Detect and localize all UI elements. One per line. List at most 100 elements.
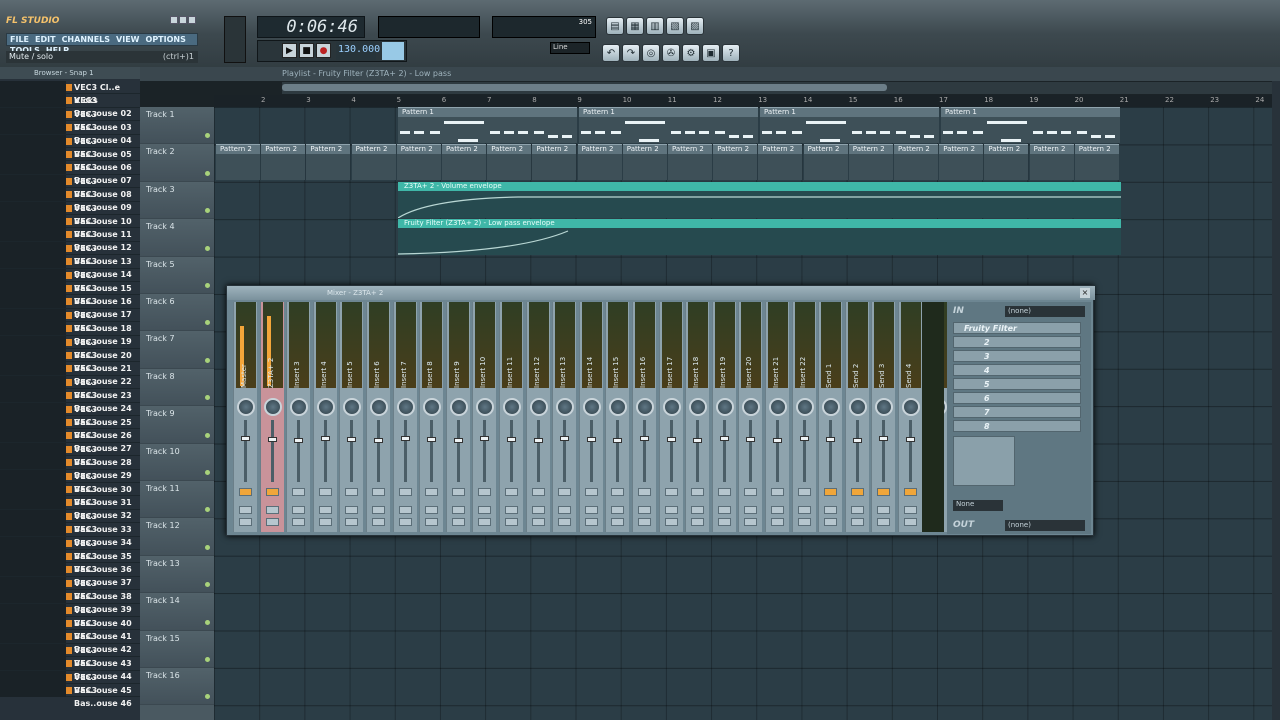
volume-fader-handle[interactable] xyxy=(294,438,304,443)
pan-knob[interactable] xyxy=(848,398,867,416)
route-switch[interactable] xyxy=(877,518,891,526)
browser-item[interactable]: VEC3 Bas..ouse 37 xyxy=(0,563,140,587)
track-mute-led[interactable] xyxy=(205,507,210,513)
pan-knob[interactable] xyxy=(902,398,920,416)
track-mute-led[interactable] xyxy=(205,582,210,588)
volume-fader-handle[interactable] xyxy=(453,438,463,443)
track-mute-led[interactable] xyxy=(205,245,210,251)
pattern2-clip[interactable]: Pattern 2 xyxy=(713,144,758,181)
browser-item[interactable]: VEC3 Bas..ouse 22 xyxy=(0,362,140,386)
browser-item[interactable]: VEC3 Bas..ouse 17 xyxy=(0,295,140,319)
fx-enable-switch[interactable] xyxy=(691,506,705,514)
send-switch[interactable] xyxy=(372,488,385,496)
redo-icon[interactable]: ↷ xyxy=(622,44,640,62)
browser-item[interactable]: VEC3 Bas..ouse 20 xyxy=(0,335,140,360)
playlist-ruler[interactable]: 2 3 4 5 6 7 8 9 10 11 12 13 14 15 16 17 18 19 20 21 22 23 24 xyxy=(214,95,1272,107)
playlist-vscroll[interactable] xyxy=(1272,81,1280,720)
mixer-strip[interactable]: Insert 5 xyxy=(339,302,364,532)
browser-item[interactable]: VEC3 Bas..ouse 08 xyxy=(0,174,140,199)
browser-item[interactable]: VEC3 Bas..ouse 44 xyxy=(0,657,140,681)
route-switch[interactable] xyxy=(638,518,651,526)
tempo-display[interactable]: 130.000 xyxy=(336,42,380,60)
mixer-strip[interactable]: Insert 12 xyxy=(525,302,550,532)
fx-enable-switch[interactable] xyxy=(611,506,625,514)
track-mute-led[interactable] xyxy=(205,432,210,438)
volume-fader-handle[interactable] xyxy=(666,437,676,442)
browser-item[interactable]: VEC3 Bas..ouse 15 xyxy=(0,268,140,293)
browser-item[interactable]: VEC3 Bas..ouse 46 xyxy=(0,684,140,708)
volume-fader-handle[interactable] xyxy=(347,437,357,442)
send-switch[interactable] xyxy=(691,488,705,496)
menu-view[interactable]: VIEW xyxy=(113,34,142,45)
send-switch[interactable] xyxy=(584,488,598,496)
track-mute-led[interactable] xyxy=(205,170,210,176)
send-switch[interactable] xyxy=(558,488,572,496)
help-icon[interactable]: ? xyxy=(722,44,740,62)
track-mute-led[interactable] xyxy=(205,544,210,550)
fx-slot-1[interactable]: Fruity Filter xyxy=(953,322,1081,334)
project-info-icon[interactable]: ▣ xyxy=(702,44,720,62)
track-header[interactable]: Track 15 xyxy=(140,630,214,668)
browser-item[interactable]: VEC3 Bas..ouse 13 xyxy=(0,241,140,266)
fx-enable-switch[interactable] xyxy=(904,506,917,514)
volume-fader-handle[interactable] xyxy=(507,437,516,442)
mixer-strip[interactable]: Insert 14 xyxy=(578,302,603,532)
browser-item[interactable]: VEC3 Bas..ouse 23 xyxy=(0,375,140,400)
pan-knob[interactable] xyxy=(343,398,362,416)
mixer-close-icon[interactable]: × xyxy=(1080,288,1090,298)
undo-icon[interactable]: ↶ xyxy=(602,44,620,62)
track-mute-led[interactable] xyxy=(205,395,210,401)
browser-item[interactable]: VEC3 Bas..ouse 14 xyxy=(0,255,140,279)
pattern2-clip[interactable]: Pattern 2 xyxy=(487,144,532,181)
play-button[interactable]: ▶ xyxy=(282,43,297,58)
menu-file[interactable]: FILE xyxy=(7,34,32,45)
fx-enable-switch[interactable] xyxy=(239,506,252,514)
song-position-clock[interactable]: 0:06:46 xyxy=(257,16,365,38)
browser-item[interactable]: VEC3 Bas..ouse 27 xyxy=(0,429,140,453)
track-header[interactable]: Track 13 xyxy=(140,555,214,594)
fx-enable-switch[interactable] xyxy=(451,506,465,514)
pattern2-clip[interactable]: Pattern 2 xyxy=(261,144,306,181)
track-mute-led[interactable] xyxy=(205,133,210,139)
menu-channels[interactable]: CHANNELS xyxy=(59,34,113,45)
route-switch[interactable] xyxy=(345,518,359,526)
browser-item[interactable]: VEC3 Bas..ouse 30 xyxy=(0,469,140,494)
fx-enable-switch[interactable] xyxy=(584,506,598,514)
track-header[interactable]: Track 14 xyxy=(140,593,214,631)
send-switch[interactable] xyxy=(850,488,864,496)
pattern2-clip[interactable]: Pattern 2 xyxy=(894,144,938,181)
browser-item[interactable]: VEC3 Bas..ouse 21 xyxy=(0,349,140,373)
send-switch[interactable] xyxy=(425,488,439,496)
send-switch[interactable] xyxy=(478,488,492,496)
mixer-strip[interactable]: Insert 9 xyxy=(445,302,470,532)
browser-item[interactable]: VEC3 Bas..ouse 16 xyxy=(0,282,140,306)
send-switch[interactable] xyxy=(505,488,518,496)
track-header[interactable]: Track 5 xyxy=(140,256,214,294)
mixer-strip[interactable]: Send 3 xyxy=(871,302,896,532)
browser-item[interactable]: VEC3 Bas..ouse 28 xyxy=(0,442,140,467)
browser-item[interactable]: VEC3 Bas..ouse 12 xyxy=(0,228,140,252)
route-switch[interactable] xyxy=(531,518,545,526)
snap-select[interactable]: Line xyxy=(550,42,590,54)
fx-slot[interactable]: 7 xyxy=(953,406,1081,418)
fx-enable-switch[interactable] xyxy=(797,506,811,514)
mixer-strip[interactable]: Insert 13 xyxy=(552,302,577,532)
send-switch[interactable] xyxy=(265,488,279,496)
pattern2-clip[interactable]: Pattern 2 xyxy=(577,144,622,181)
mixer-strip[interactable]: Insert 7 xyxy=(392,302,417,532)
mixer-strip[interactable]: Insert 21 xyxy=(765,302,789,532)
volume-fader-handle[interactable] xyxy=(879,436,889,441)
track-header[interactable]: Track 4 xyxy=(140,219,214,257)
pan-knob[interactable] xyxy=(582,398,601,416)
route-switch[interactable] xyxy=(744,518,758,526)
browser-item[interactable]: VEC3 Bas..ouse 36 xyxy=(0,550,140,574)
route-switch[interactable] xyxy=(824,518,838,526)
pattern2-clip[interactable]: Pattern 2 xyxy=(668,144,712,181)
pattern2-clip[interactable]: Pattern 2 xyxy=(532,144,577,181)
mixer-strip[interactable]: Z3TA+ 2 xyxy=(259,302,284,532)
fx-enable-switch[interactable] xyxy=(292,506,306,514)
master-volume-slider[interactable] xyxy=(224,16,246,63)
pattern-selector[interactable] xyxy=(382,42,404,60)
fx-enable-switch[interactable] xyxy=(318,506,332,514)
fx-enable-switch[interactable] xyxy=(398,506,412,514)
